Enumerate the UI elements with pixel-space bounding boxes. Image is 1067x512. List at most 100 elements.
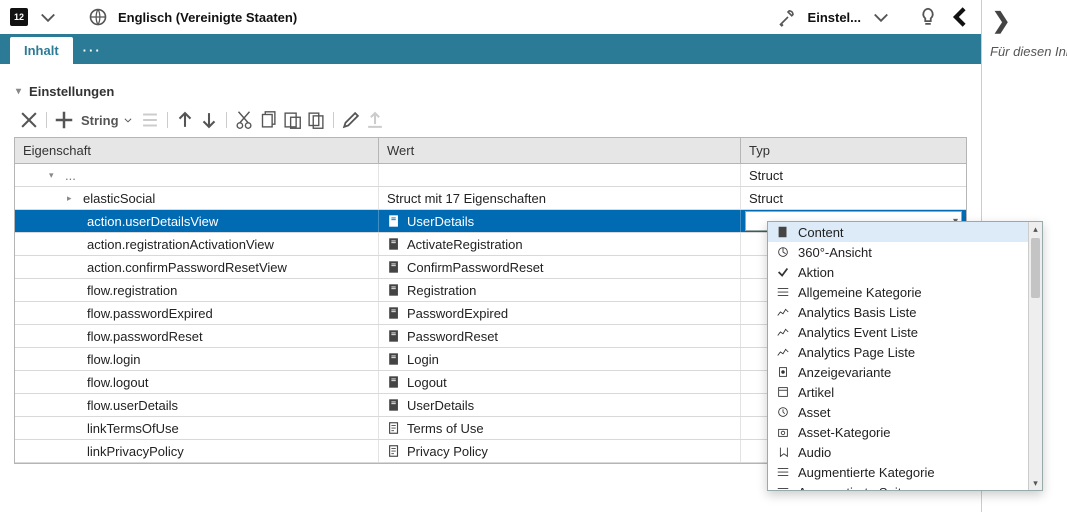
side-panel-empty-text: Für diesen Inh [990, 44, 1063, 59]
dropdown-item-label: Augmentierte Kategorie [798, 465, 935, 480]
row-prop: flow.passwordExpired [87, 306, 213, 321]
dropdown-scrollbar[interactable]: ▴ ▾ [1028, 222, 1042, 490]
col-header-prop[interactable]: Eigenschaft [15, 138, 379, 163]
language-label: Englisch (Vereinigte Staaten) [118, 10, 297, 25]
dropdown-item[interactable]: Analytics Event Liste [768, 322, 1028, 342]
dropdown-item-label: Analytics Event Liste [798, 325, 918, 340]
row-val: UserDetails [407, 214, 474, 229]
upload-button [364, 109, 386, 131]
row-prop: action.userDetailsView [87, 214, 218, 229]
move-down-button[interactable] [198, 109, 220, 131]
row-prop: action.confirmPasswordResetView [87, 260, 287, 275]
page-icon [387, 444, 401, 458]
type-icon [776, 425, 790, 439]
scroll-down-icon[interactable]: ▾ [1029, 476, 1042, 490]
chevron-down-icon[interactable] [38, 7, 58, 27]
expand-icon[interactable]: ▾ [49, 170, 59, 181]
document-icon [387, 237, 401, 251]
document-icon [387, 260, 401, 274]
type-icon [776, 265, 790, 279]
dropdown-item[interactable]: Aktion [768, 262, 1028, 282]
type-icon [776, 225, 790, 239]
type-icon [776, 305, 790, 319]
chevron-down-icon[interactable] [871, 7, 891, 27]
type-icon [776, 325, 790, 339]
dropdown-item-label: Allgemeine Kategorie [798, 285, 922, 300]
type-icon [776, 285, 790, 299]
panel-title: Einstellungen [29, 84, 114, 99]
add-button[interactable] [53, 109, 75, 131]
type-icon [776, 385, 790, 399]
dropdown-item-label: Asset [798, 405, 831, 420]
type-icon [776, 345, 790, 359]
expand-icon[interactable]: ▸ [67, 193, 77, 204]
dropdown-item-label: Aktion [798, 265, 834, 280]
cut-button[interactable] [233, 109, 255, 131]
type-dropdown[interactable]: Content 360°-Ansicht Aktion Allgemeine Kate… [767, 221, 1043, 491]
col-header-type[interactable]: Typ [741, 138, 966, 163]
delete-button[interactable] [18, 109, 40, 131]
dropdown-item[interactable]: Anzeigevariante [768, 362, 1028, 382]
dropdown-item-label: Analytics Page Liste [798, 345, 915, 360]
dropdown-item[interactable]: Asset [768, 402, 1028, 422]
document-icon [387, 283, 401, 297]
row-val: Login [407, 352, 439, 367]
paste-button[interactable] [281, 109, 303, 131]
type-icon [776, 485, 790, 490]
dropdown-item-label: Augmentierte Seite [798, 485, 909, 491]
dropdown-item[interactable]: 360°-Ansicht [768, 242, 1028, 262]
tab-more-icon[interactable]: ··· [75, 37, 110, 64]
row-prop: linkTermsOfUse [87, 421, 179, 436]
row-prop: linkPrivacyPolicy [87, 444, 184, 459]
collapse-chevron-icon[interactable]: ▾ [16, 86, 21, 97]
document-icon [387, 329, 401, 343]
duplicate-button[interactable] [305, 109, 327, 131]
doc-type-icon: 12 [10, 8, 28, 26]
type-icon [776, 445, 790, 459]
dropdown-item[interactable]: Analytics Basis Liste [768, 302, 1028, 322]
dropdown-item[interactable]: Allgemeine Kategorie [768, 282, 1028, 302]
lightbulb-icon[interactable] [917, 6, 939, 28]
type-selector[interactable]: String [77, 113, 137, 128]
row-prop: action.registrationActivationView [87, 237, 274, 252]
document-icon [387, 306, 401, 320]
dropdown-item[interactable]: Augmentierte Seite [768, 482, 1028, 490]
tree-row-root[interactable]: ▾... Struct [15, 164, 966, 187]
dropdown-item[interactable]: Artikel [768, 382, 1028, 402]
dropdown-item[interactable]: Content [768, 222, 1028, 242]
next-arrow-icon[interactable]: ❯ [992, 8, 1010, 34]
tab-content[interactable]: Inhalt [10, 37, 73, 64]
dropdown-item[interactable]: Asset-Kategorie [768, 422, 1028, 442]
row-prop: flow.login [87, 352, 140, 367]
scroll-up-icon[interactable]: ▴ [1029, 222, 1042, 236]
dropdown-item-label: Anzeigevariante [798, 365, 891, 380]
dropdown-item-label: Asset-Kategorie [798, 425, 891, 440]
row-val: Terms of Use [407, 421, 484, 436]
row-val: UserDetails [407, 398, 474, 413]
move-up-button[interactable] [174, 109, 196, 131]
col-header-val[interactable]: Wert [379, 138, 741, 163]
edit-button[interactable] [340, 109, 362, 131]
row-val: Logout [407, 375, 447, 390]
copy-button[interactable] [257, 109, 279, 131]
dropdown-item[interactable]: Analytics Page Liste [768, 342, 1028, 362]
settings-label[interactable]: Einstel... [808, 10, 861, 25]
tools-icon [778, 7, 798, 27]
row-val: Privacy Policy [407, 444, 488, 459]
document-icon [387, 375, 401, 389]
type-icon [776, 365, 790, 379]
prev-arrow-icon[interactable] [949, 6, 971, 28]
type-icon [776, 465, 790, 479]
tree-row-elastic[interactable]: ▸elasticSocial Struct mit 17 Eigenschaft… [15, 187, 966, 210]
document-icon [387, 214, 401, 228]
globe-icon [88, 7, 108, 27]
row-prop: flow.logout [87, 375, 148, 390]
document-icon [387, 352, 401, 366]
dropdown-item[interactable]: Augmentierte Kategorie [768, 462, 1028, 482]
dropdown-item-label: 360°-Ansicht [798, 245, 872, 260]
row-val: ConfirmPasswordReset [407, 260, 544, 275]
dropdown-item-label: Analytics Basis Liste [798, 305, 917, 320]
row-prop: flow.registration [87, 283, 177, 298]
dropdown-item-label: Content [798, 225, 844, 240]
dropdown-item[interactable]: Audio [768, 442, 1028, 462]
